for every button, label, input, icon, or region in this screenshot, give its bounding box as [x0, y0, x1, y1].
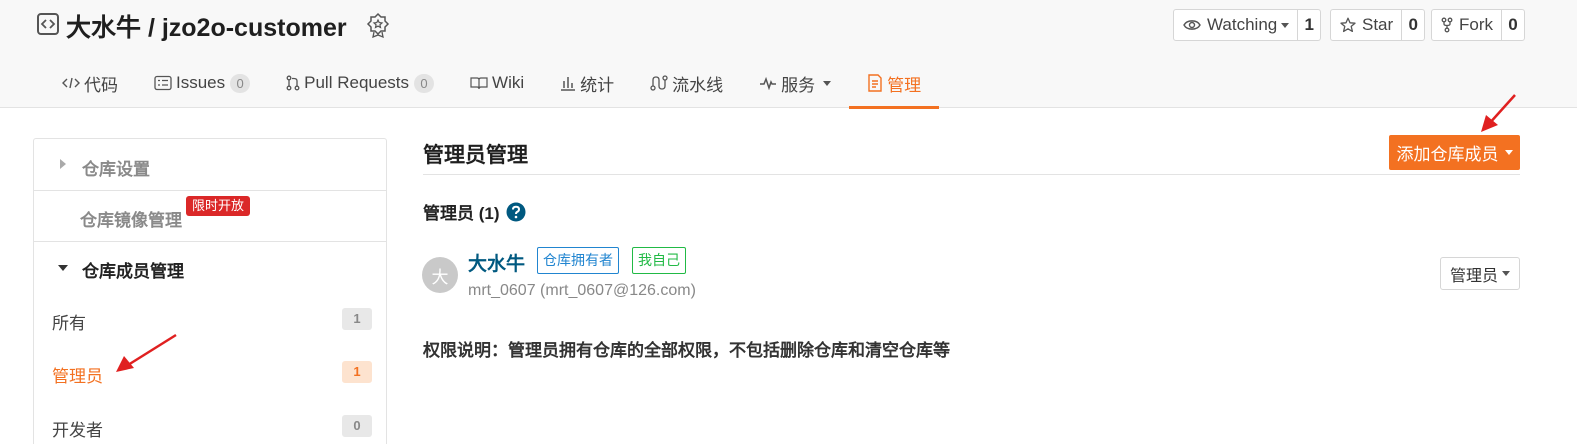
service-icon: [760, 76, 777, 90]
watch-button-group[interactable]: Watching 1: [1173, 9, 1322, 41]
sidebar-group-members[interactable]: 仓库成员管理: [34, 242, 386, 292]
wiki-icon: [470, 77, 488, 90]
repo-header: 大水牛 / jzo2o-customer Watching 1 Star 0 F…: [0, 0, 1577, 109]
sidebar-item-label: 开发者: [52, 421, 103, 440]
watch-button[interactable]: Watching: [1174, 10, 1299, 40]
chevron-down-icon: [1281, 22, 1290, 28]
star-count[interactable]: 0: [1402, 10, 1424, 40]
caret-down-icon: [58, 265, 68, 271]
recommend-badge-icon[interactable]: [366, 12, 390, 38]
tab-pipeline[interactable]: 流水线: [632, 58, 741, 108]
count-badge: 1: [342, 361, 372, 383]
divider: [423, 174, 1520, 175]
section-title: 管理员 (1): [423, 199, 526, 224]
sidebar-item-label: 仓库镜像管理: [80, 211, 182, 230]
tab-label: Pull Requests: [304, 73, 410, 92]
watch-label: Watching: [1207, 15, 1278, 34]
issues-icon: [154, 75, 172, 91]
star-button[interactable]: Star: [1331, 10, 1403, 40]
owner-tag: 仓库拥有者: [537, 247, 619, 274]
sidebar-item-developers[interactable]: 开发者 0: [34, 406, 386, 444]
member-name[interactable]: 大水牛: [468, 249, 525, 276]
sidebar-item-label: 所有: [52, 314, 86, 333]
tab-stats[interactable]: 统计: [542, 58, 632, 108]
settings-sidebar: 仓库设置 仓库镜像管理 限时开放 仓库成员管理 所有 1 管理员 1 开发者 0: [33, 138, 387, 444]
caret-right-icon: [60, 159, 66, 169]
count-badge: 1: [342, 308, 372, 330]
add-member-label: 添加仓库成员: [1396, 145, 1499, 164]
fork-label: Fork: [1459, 15, 1493, 34]
tab-wiki[interactable]: Wiki: [452, 58, 542, 108]
sidebar-item-label: 管理员: [52, 367, 103, 386]
repo-title[interactable]: 大水牛 / jzo2o-customer: [66, 8, 347, 44]
eye-icon: [1183, 20, 1201, 30]
tab-label: 统计: [580, 75, 615, 95]
tab-label: 服务: [781, 75, 816, 95]
star-button-group[interactable]: Star 0: [1330, 9, 1426, 41]
chevron-down-icon: [823, 80, 832, 86]
role-label: 管理员: [1449, 267, 1498, 285]
sidebar-item-admins[interactable]: 管理员 1: [34, 352, 386, 392]
issues-count-badge: 0: [230, 73, 251, 93]
sidebar-group-label: 仓库成员管理: [82, 262, 184, 281]
annotation-arrow-icon: [1481, 94, 1516, 132]
star-icon: [1340, 17, 1356, 33]
code-icon: [62, 77, 80, 89]
star-label: Star: [1362, 15, 1394, 34]
tab-label: 流水线: [672, 75, 724, 95]
role-dropdown[interactable]: 管理员: [1440, 257, 1520, 290]
fork-button[interactable]: Fork: [1432, 10, 1502, 40]
tab-pull-requests[interactable]: Pull Requests 0: [268, 58, 452, 108]
count-badge: 0: [342, 415, 372, 437]
section-title-text: 管理员 (1): [423, 204, 500, 223]
sidebar-item-label: 仓库设置: [82, 160, 150, 179]
page-title: 管理员管理: [423, 144, 528, 167]
tab-issues[interactable]: Issues 0: [136, 58, 268, 108]
tab-label: Wiki: [492, 73, 525, 92]
repo-tabs: 代码 Issues 0 Pull Requests 0 Wiki 统计 流水线 …: [44, 58, 940, 109]
tab-label: Issues: [176, 73, 226, 92]
avatar[interactable]: 大: [422, 257, 458, 293]
tab-label: 代码: [84, 75, 118, 95]
pipeline-icon: [650, 75, 668, 91]
chevron-down-icon: [1504, 150, 1513, 155]
manage-icon: [868, 74, 882, 92]
limited-time-badge: 限时开放: [186, 196, 251, 216]
add-member-button[interactable]: 添加仓库成员: [1389, 135, 1520, 170]
sidebar-item-repo-settings[interactable]: 仓库设置: [34, 139, 386, 190]
member-email: mrt_0607 (mrt_0607@126.com): [468, 282, 696, 299]
annotation-arrow-icon: [116, 333, 177, 372]
tab-label: 管理: [887, 75, 922, 95]
sidebar-item-all[interactable]: 所有 1: [34, 299, 386, 339]
stats-icon: [561, 77, 576, 91]
repo-icon: [37, 13, 59, 35]
watch-count[interactable]: 1: [1298, 10, 1320, 40]
self-tag: 我自己: [632, 247, 686, 274]
pull-requests-count-badge: 0: [414, 73, 435, 93]
tab-service[interactable]: 服务: [741, 58, 849, 108]
permission-note: 权限说明：管理员拥有仓库的全部权限，不包括删除仓库和清空仓库等: [423, 341, 950, 360]
tab-code[interactable]: 代码: [44, 58, 136, 108]
chevron-down-icon: [1502, 271, 1510, 276]
fork-icon: [1441, 17, 1453, 33]
pull-request-icon: [286, 75, 300, 91]
fork-count[interactable]: 0: [1502, 10, 1524, 40]
help-icon[interactable]: [506, 202, 526, 222]
fork-button-group[interactable]: Fork 0: [1431, 9, 1525, 41]
tab-manage[interactable]: 管理: [849, 58, 940, 109]
